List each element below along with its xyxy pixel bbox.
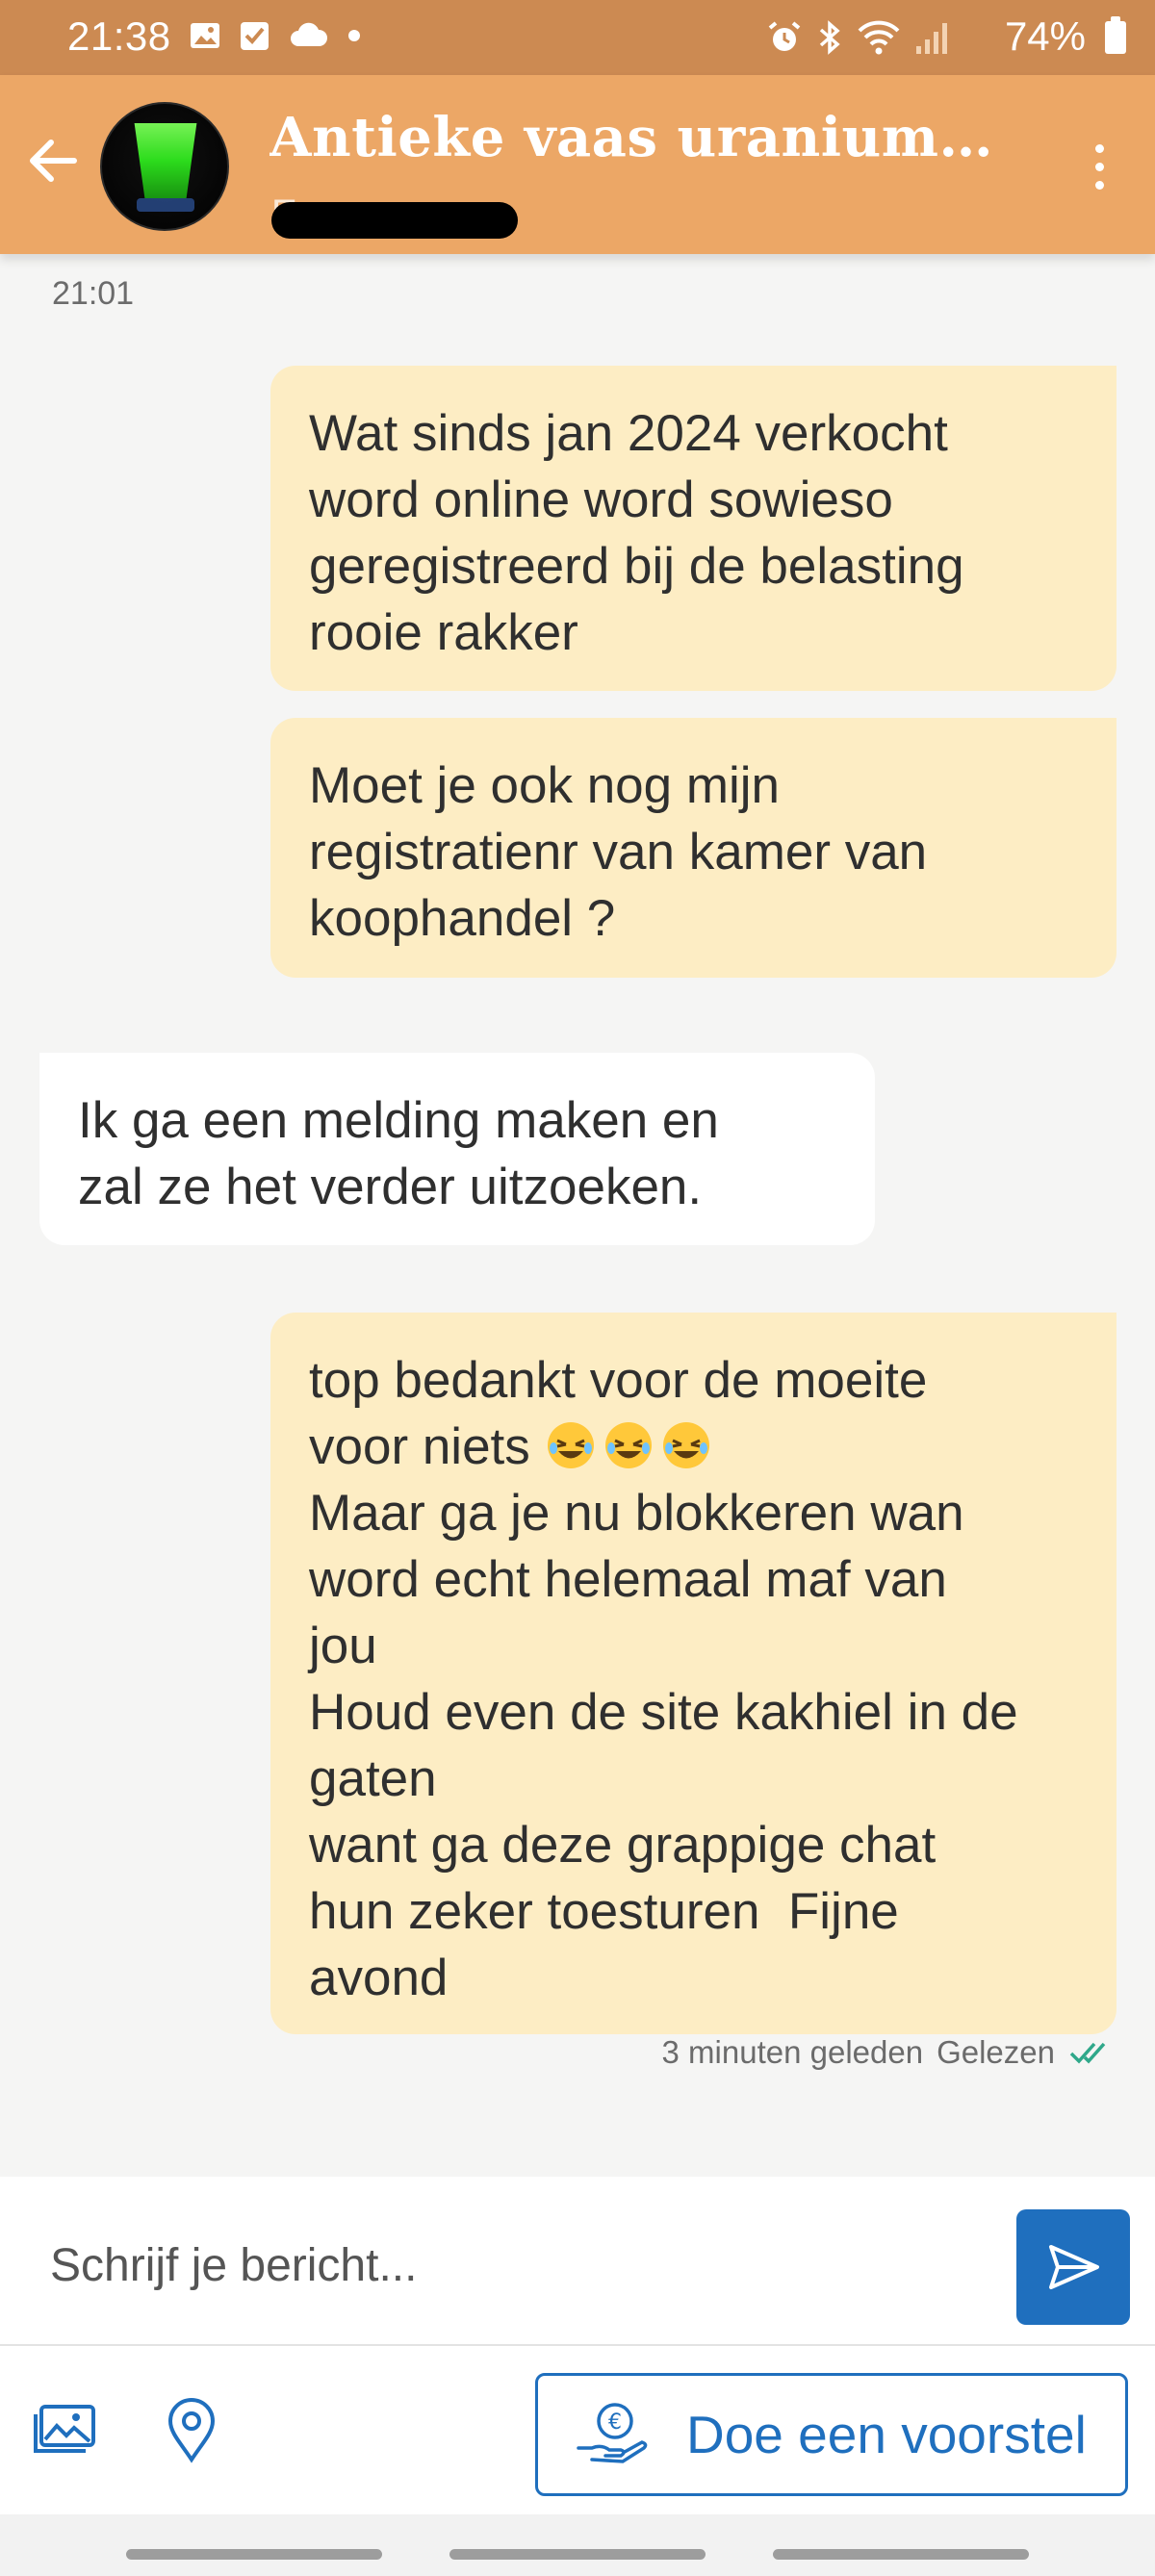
bluetooth-icon [819, 20, 840, 55]
chat-messages[interactable]: 21:01 Wat sinds jan 2024 verkocht word o… [0, 254, 1155, 2177]
arrow-left-icon [30, 140, 77, 182]
gallery-icon [191, 23, 219, 48]
status-time: 21:38 [67, 13, 171, 59]
message-input[interactable] [50, 2227, 974, 2304]
more-vertical-icon [1094, 143, 1104, 153]
cloud-icon [291, 22, 328, 46]
more-vertical-icon-dot [1094, 162, 1104, 171]
message-bubble-incoming[interactable]: Ik ga een melding maken en zal ze het ve… [39, 1053, 875, 1245]
send-icon [1049, 2245, 1099, 2289]
rolling-laughing-emoji [662, 1422, 709, 1468]
message-bubble-outgoing[interactable]: Wat sinds jan 2024 verkocht word online … [270, 366, 1116, 691]
double-check-icon [1069, 2042, 1106, 2064]
redaction-bar [271, 202, 518, 239]
wifi-icon [858, 20, 900, 55]
photo-icon [34, 2405, 95, 2453]
nav-home[interactable] [449, 2549, 706, 2560]
message-time-ago: 3 minuten geleden [661, 2034, 924, 2070]
chat-header: Antieke vaas uraniumg... E [0, 75, 1155, 254]
more-vertical-icon-dot [1094, 180, 1104, 190]
location-pin-icon [167, 2398, 216, 2463]
subtitle-redacted: E [271, 192, 518, 239]
rolling-laughing-emoji [547, 1422, 594, 1468]
send-button[interactable] [1016, 2209, 1130, 2325]
rolling-laughing-emoji [604, 1422, 652, 1468]
make-offer-button[interactable]: € Doe een voorstel [535, 2373, 1128, 2496]
euro-hand-icon: € [575, 2396, 652, 2473]
chat-title[interactable]: Antieke vaas uraniumg... [270, 106, 1001, 169]
status-system-icons [766, 19, 953, 56]
more-options-button[interactable] [1070, 133, 1128, 200]
chat-date-label: 21:01 [52, 275, 135, 312]
status-bar: 21:38 74% [0, 0, 1155, 75]
alarm-icon [768, 21, 801, 51]
back-button[interactable] [17, 125, 89, 196]
signal-icon [916, 23, 947, 54]
message-composer [0, 2177, 1155, 2346]
location-button[interactable] [156, 2394, 227, 2465]
message-text: Maar ga je nu blokkeren wan word echt he… [309, 1485, 1018, 2006]
chat-toolbar: € Doe een voorstel [0, 2346, 1155, 2514]
battery-percentage: 74% [1004, 13, 1086, 59]
message-meta: 3 minuten geleden Gelezen [662, 2034, 1116, 2071]
battery-icon [1105, 16, 1126, 54]
nav-recent-apps[interactable] [126, 2549, 382, 2560]
avatar[interactable] [100, 102, 229, 231]
photo-button[interactable] [29, 2394, 100, 2465]
avatar-vase-base [137, 198, 194, 212]
system-navigation-bar [0, 2514, 1155, 2576]
avatar-vase-glow [134, 123, 197, 198]
checkbox-icon [241, 22, 269, 50]
svg-text:€: € [608, 2410, 622, 2435]
status-notification-icons [189, 19, 362, 52]
dot-icon [348, 30, 360, 41]
nav-back[interactable] [773, 2549, 1029, 2560]
read-status: Gelezen [937, 2034, 1055, 2070]
message-bubble-outgoing[interactable]: top bedankt voor de moeite voor niets Ma… [270, 1313, 1116, 2034]
make-offer-label: Doe een voorstel [686, 2405, 1087, 2464]
message-bubble-outgoing[interactable]: Moet je ook nog mijn registratienr van k… [270, 718, 1116, 978]
